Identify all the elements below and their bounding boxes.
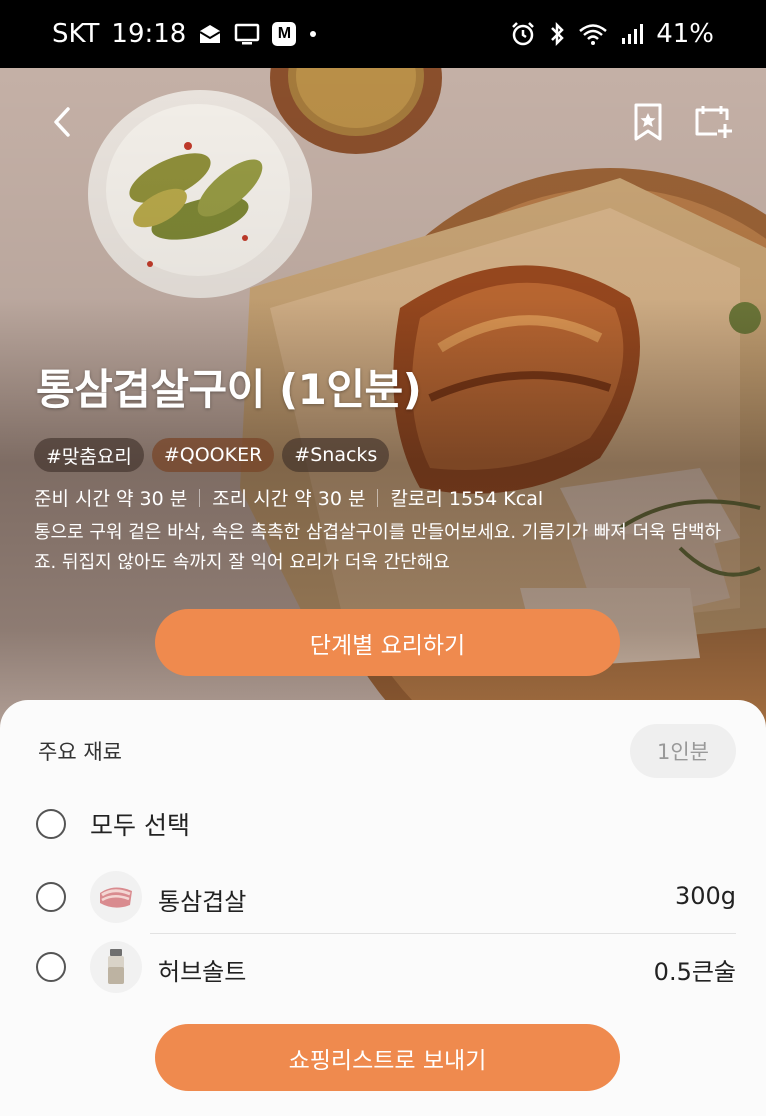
status-bar: SKT 19:18 M 41% [0, 0, 766, 68]
ingredient-name: 허브솔트 [158, 958, 247, 986]
tag-chip[interactable]: #Snacks [282, 438, 390, 472]
chevron-left-icon [54, 107, 70, 137]
ingredient-radio[interactable] [36, 882, 66, 912]
cook-time: 조리 시간 약 30 분 [212, 488, 366, 510]
battery-percentage: 41% [656, 19, 714, 49]
ingredient-name: 통삼겹살 [158, 888, 247, 916]
step-by-step-cook-button[interactable]: 단계별 요리하기 [155, 609, 620, 676]
signal-icon [620, 22, 644, 46]
tag-list: #맞춤요리 #QOOKER #Snacks [34, 438, 390, 472]
salt-shaker-icon [90, 941, 142, 993]
select-all-radio[interactable] [36, 809, 66, 839]
ingredients-title: 주요 재료 [38, 740, 122, 764]
calories: 칼로리 1554 Kcal [390, 488, 544, 510]
send-to-shopping-list-button[interactable]: 쇼핑리스트로 보내기 [155, 1024, 620, 1091]
wifi-icon [578, 22, 608, 46]
cast-icon [234, 23, 260, 45]
prep-time: 준비 시간 약 30 분 [34, 488, 188, 510]
bookmark-button[interactable] [626, 100, 670, 144]
add-to-calendar-button[interactable] [692, 100, 736, 144]
ingredient-radio[interactable] [36, 952, 66, 982]
ingredient-amount: 300g [674, 882, 736, 910]
pork-icon [90, 871, 142, 923]
alarm-icon [510, 21, 536, 47]
m-app-icon: M [272, 22, 297, 46]
servings-selector[interactable]: 1인분 [630, 724, 736, 778]
dot-icon [308, 29, 318, 39]
recipe-meta: 준비 시간 약 30 분 조리 시간 약 30 분 칼로리 1554 Kcal [34, 484, 543, 511]
calendar-add-icon [695, 106, 732, 138]
recipe-description: 통으로 구워 겉은 바삭, 속은 촉촉한 삼겹살구이를 만들어보세요. 기름기가… [34, 522, 722, 573]
back-button[interactable] [40, 100, 84, 144]
recipe-title: 통삼겹살구이 (1인분) [36, 365, 422, 414]
tag-chip[interactable]: #QOOKER [151, 438, 275, 472]
ingredient-amount: 0.5큰술 [653, 958, 736, 986]
carrier-label: SKT [52, 19, 100, 49]
bookmark-star-icon [634, 103, 662, 141]
select-all-label[interactable]: 모두 선택 [90, 806, 190, 842]
ingredients-sheet: 주요 재료 1인분 모두 선택 통삼겹살 300g 허브솔트 0.5큰술 쇼핑리… [0, 700, 766, 1116]
meta-divider [377, 488, 379, 507]
mail-icon [198, 23, 222, 45]
clock: 19:18 [111, 19, 187, 49]
ingredient-row[interactable]: 허브솔트 0.5큰술 [0, 932, 766, 1004]
meta-divider [199, 488, 201, 507]
tag-chip[interactable]: #맞춤요리 [34, 438, 144, 472]
bluetooth-icon [548, 21, 566, 47]
ingredient-row[interactable]: 통삼겹살 300g [0, 862, 766, 934]
